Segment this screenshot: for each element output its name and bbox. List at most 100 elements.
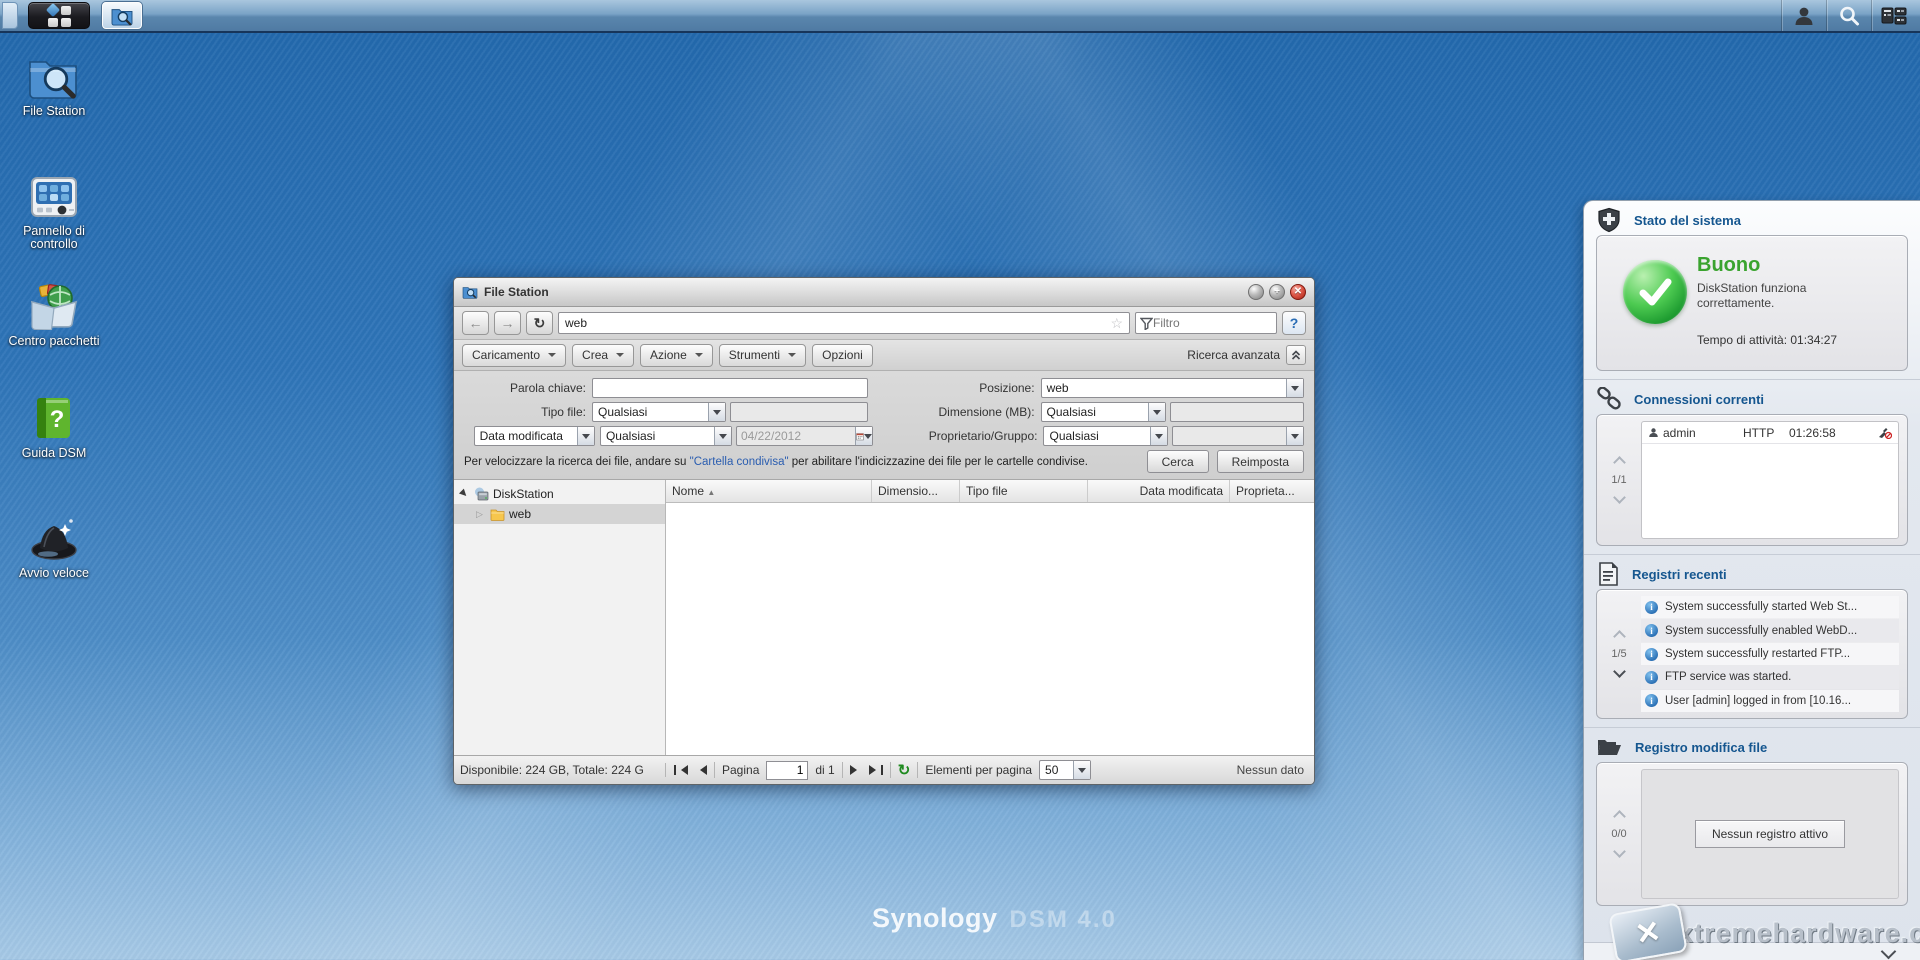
size-label: Dimensione (MB): [878, 405, 1041, 419]
desktop-tab[interactable] [2, 2, 18, 29]
menu-create[interactable]: Crea [572, 344, 634, 367]
filetype-select[interactable]: Qualsiasi [592, 402, 726, 422]
calendar-trigger-icon[interactable] [855, 427, 872, 445]
log-item[interactable]: iUser [admin] logged in from [10.16... [1641, 690, 1899, 712]
log-item[interactable]: iFTP service was started. [1641, 666, 1899, 688]
pager-up-icon[interactable] [1613, 630, 1626, 643]
collapse-chevrons-icon [1290, 349, 1302, 361]
disconnect-icon[interactable] [1877, 426, 1892, 439]
grid-header: Nome ▲ Dimensio... Tipo file Data modifi… [666, 480, 1314, 503]
last-page-button[interactable] [869, 765, 883, 775]
minimize-button[interactable] [1248, 284, 1264, 300]
column-size[interactable]: Dimensio... [872, 480, 960, 502]
file-change-log-section: Registro modifica file 0/0 Nessun regist… [1584, 727, 1920, 914]
dropdown-trigger-icon[interactable] [714, 427, 731, 445]
pager-down-icon[interactable] [1613, 665, 1626, 678]
pager-up-icon[interactable] [1613, 810, 1626, 823]
forward-button[interactable]: → [494, 311, 521, 335]
main-menu-button[interactable] [28, 2, 90, 29]
dropdown-trigger-icon[interactable] [577, 427, 594, 445]
menu-action[interactable]: Azione [640, 344, 713, 367]
dropdown-trigger-icon[interactable] [1148, 403, 1165, 421]
dsm-logo: Synology DSM 4.0 [872, 903, 1117, 934]
column-filetype[interactable]: Tipo file [960, 480, 1088, 502]
dropdown-trigger-icon[interactable] [1150, 427, 1167, 445]
reset-button[interactable]: Reimposta [1217, 450, 1304, 473]
page-label: Pagina [722, 763, 759, 777]
file-log-empty-area: Nessun registro attivo [1641, 769, 1899, 899]
connections-pager: 1/1 [1597, 415, 1641, 545]
grid-body-empty[interactable] [666, 503, 1314, 755]
refresh-button[interactable]: ↻ [526, 311, 553, 335]
search-button[interactable] [1827, 0, 1871, 31]
tree-node-diskstation[interactable]: ▶ DiskStation [454, 484, 665, 504]
dropdown-trigger-icon[interactable] [1286, 379, 1303, 397]
desktop-icon-dsm-help[interactable]: ? Guida DSM [2, 392, 106, 460]
keyword-input[interactable] [593, 381, 867, 395]
log-item[interactable]: iSystem successfully enabled WebD... [1641, 619, 1899, 641]
expanded-arrow-icon[interactable]: ▶ [458, 487, 473, 502]
maximize-button[interactable]: + [1269, 284, 1285, 300]
sort-asc-icon: ▲ [707, 488, 715, 497]
position-select[interactable]: web [1041, 378, 1304, 398]
address-input[interactable] [559, 316, 1104, 330]
filetype-extra-field [730, 402, 869, 422]
dropdown-trigger-icon[interactable] [1073, 761, 1090, 779]
prev-page-button[interactable] [695, 765, 707, 775]
pager-down-icon[interactable] [1613, 491, 1626, 504]
date-op-select[interactable]: Qualsiasi [600, 426, 732, 446]
log-item[interactable]: iSystem successfully restarted FTP... [1641, 643, 1899, 665]
close-button[interactable]: ✕ [1290, 284, 1306, 300]
widget-title: Connessioni correnti [1634, 392, 1764, 407]
column-properties[interactable]: Proprieta... [1230, 480, 1314, 502]
file-station-icon [462, 285, 478, 299]
advanced-search-toggle[interactable] [1286, 345, 1306, 365]
collapsed-arrow-icon[interactable]: ▷ [476, 509, 486, 520]
next-page-button[interactable] [850, 765, 862, 775]
refresh-list-button[interactable]: ↻ [898, 761, 911, 779]
back-button[interactable]: ← [462, 311, 489, 335]
pager-count: 1/1 [1611, 474, 1626, 486]
menu-options[interactable]: Opzioni [812, 344, 873, 367]
help-button[interactable]: ? [1282, 311, 1306, 335]
info-icon: i [1645, 694, 1658, 707]
shared-folder-link[interactable]: "Cartella condivisa" [690, 456, 789, 468]
desktop-icon-control-panel[interactable]: Pannello di controllo [2, 170, 106, 251]
bookmark-star-icon[interactable]: ☆ [1104, 315, 1129, 332]
column-modified[interactable]: Data modificata [1088, 480, 1230, 502]
tree-node-web[interactable]: ▷ web [454, 504, 665, 524]
pilot-view-icon [1881, 5, 1907, 27]
log-item[interactable]: iSystem successfully started Web St... [1641, 596, 1899, 618]
column-name[interactable]: Nome ▲ [666, 480, 872, 502]
connection-user: admin [1663, 426, 1743, 440]
pilot-view-button[interactable] [1872, 0, 1916, 31]
help-book-icon: ? [30, 394, 78, 442]
filter-input[interactable] [1153, 316, 1272, 330]
log-document-icon [1596, 561, 1620, 587]
pager-up-icon[interactable] [1613, 456, 1626, 469]
connection-row[interactable]: admin HTTP 01:26:58 [1642, 422, 1898, 444]
dropdown-trigger-icon[interactable] [708, 403, 725, 421]
menu-tools[interactable]: Strumenti [719, 344, 806, 367]
size-select[interactable]: Qualsiasi [1041, 402, 1167, 422]
user-menu-button[interactable] [1782, 0, 1826, 31]
taskbar-file-station-button[interactable] [102, 2, 142, 29]
menu-upload[interactable]: Caricamento [462, 344, 566, 367]
pager-down-icon[interactable] [1613, 845, 1626, 858]
no-active-log-button[interactable]: Nessun registro attivo [1695, 820, 1845, 848]
date-type-select[interactable]: Data modificata [474, 426, 596, 446]
first-page-button[interactable] [674, 765, 688, 775]
per-page-select[interactable]: 50 [1039, 760, 1091, 780]
page-number-input[interactable] [766, 761, 808, 780]
dropdown-arrow-icon [788, 353, 796, 361]
window-titlebar[interactable]: File Station + ✕ [454, 278, 1314, 307]
dropdown-arrow-icon [616, 353, 624, 361]
file-station-icon [28, 54, 80, 100]
search-button[interactable]: Cerca [1147, 450, 1209, 473]
desktop-icon-package-center[interactable]: Centro pacchetti [2, 280, 106, 348]
file-station-window: File Station + ✕ ← → ↻ ☆ ? Caricamento C… [453, 277, 1315, 785]
desktop-icon-label: Guida DSM [2, 447, 106, 460]
desktop-icon-quick-start[interactable]: Avvio veloce [2, 512, 106, 580]
desktop-icon-file-station[interactable]: File Station [2, 50, 106, 118]
owner-select[interactable]: Qualsiasi [1043, 426, 1168, 446]
